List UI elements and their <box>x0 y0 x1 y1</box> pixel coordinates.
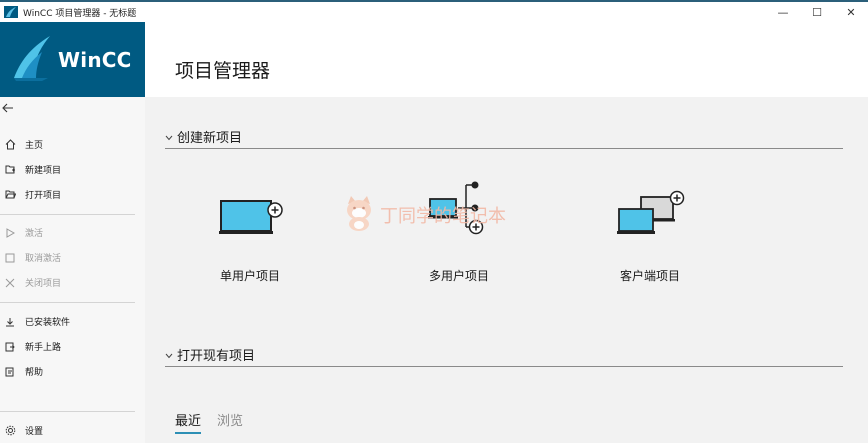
client-project-tile[interactable]: 客户端项目 <box>585 189 715 284</box>
create-section-title: 创建新项目 <box>177 131 243 146</box>
watermark: 丁同学的笔记本 <box>342 194 506 236</box>
tab-browse[interactable]: 浏览 <box>217 410 243 434</box>
page-title: 项目管理器 <box>175 60 271 82</box>
window-title: WinCC 项目管理器 - 无标题 <box>23 8 137 19</box>
create-section-header[interactable]: 创建新项目 <box>165 125 843 149</box>
open-folder-icon <box>4 189 16 201</box>
sidebar-item-deactivate[interactable]: 取消激活 <box>0 245 145 270</box>
tile-label: 多用户项目 <box>428 269 489 283</box>
nav-group-project: 主页 新建项目 打开项目 <box>0 132 145 207</box>
sidebar-item-settings[interactable]: 设置 <box>0 418 145 443</box>
sidebar-item-getting-started[interactable]: 新手上路 <box>0 334 145 359</box>
tab-recent[interactable]: 最近 <box>175 410 202 434</box>
sidebar-item-label: 主页 <box>25 141 44 151</box>
open-section-header[interactable]: 打开现有项目 <box>165 343 843 367</box>
sidebar-item-label: 帮助 <box>25 368 44 378</box>
sidebar-item-close-project[interactable]: 关闭项目 <box>0 270 145 295</box>
sidebar-item-label: 设置 <box>25 427 44 437</box>
main-content: 创建新项目 单用户项目 多用户项目 客户端项目 丁同学的笔记本 打开现有项目 最… <box>145 97 868 443</box>
sidebar-item-label: 打开项目 <box>25 191 62 201</box>
sidebar-item-label: 新建项目 <box>25 166 62 176</box>
nav-group-settings: 设置 <box>0 418 145 443</box>
sidebar-item-label: 新手上路 <box>25 343 62 353</box>
arrow-left-icon[interactable] <box>2 102 16 116</box>
getting-started-icon <box>4 341 16 353</box>
wincc-logo-icon <box>12 34 54 86</box>
brand-banner: WinCC <box>0 22 145 97</box>
stop-icon <box>4 252 16 264</box>
open-section-title: 打开现有项目 <box>177 349 256 364</box>
sidebar-item-installed-software[interactable]: 已安装软件 <box>0 309 145 334</box>
page-header: 项目管理器 <box>145 22 868 97</box>
sidebar-divider <box>0 411 135 412</box>
new-project-icon <box>4 164 16 176</box>
app-window: WinCC 项目管理器 - 无标题 — ☐ ✕ WinCC 主页 新建项目 打开… <box>0 0 868 443</box>
chevron-down-icon <box>165 352 173 362</box>
open-project-tabs: 最近 浏览 <box>175 410 259 434</box>
title-bar: WinCC 项目管理器 - 无标题 — ☐ ✕ <box>0 2 868 22</box>
window-controls: — ☐ ✕ <box>766 2 868 22</box>
tile-label: 客户端项目 <box>619 269 680 283</box>
sidebar-item-activate[interactable]: 激活 <box>0 220 145 245</box>
nav-group-runtime: 激活 取消激活 关闭项目 <box>0 220 145 295</box>
brand-name: WinCC <box>58 47 132 72</box>
minimize-button[interactable]: — <box>766 2 800 22</box>
client-monitors-icon <box>613 189 687 239</box>
sidebar-item-open-project[interactable]: 打开项目 <box>0 182 145 207</box>
sidebar-item-label: 关闭项目 <box>25 279 62 289</box>
wincc-app-icon <box>4 6 18 18</box>
sidebar-item-label: 已安装软件 <box>25 318 71 328</box>
sidebar-item-home[interactable]: 主页 <box>0 132 145 157</box>
sidebar-item-new-project[interactable]: 新建项目 <box>0 157 145 182</box>
nav-group-help: 已安装软件 新手上路 帮助 <box>0 309 145 384</box>
sidebar-item-label: 激活 <box>25 229 44 239</box>
dog-mascot-icon <box>342 194 376 236</box>
sidebar-divider <box>0 302 135 303</box>
single-user-monitor-icon <box>215 189 285 239</box>
sidebar-item-help[interactable]: 帮助 <box>0 359 145 384</box>
watermark-text: 丁同学的笔记本 <box>380 206 506 227</box>
gear-icon <box>4 425 16 437</box>
play-icon <box>4 227 16 239</box>
single-user-project-tile[interactable]: 单用户项目 <box>185 189 315 284</box>
sidebar-item-label: 取消激活 <box>25 254 62 264</box>
tile-label: 单用户项目 <box>219 269 280 283</box>
maximize-button[interactable]: ☐ <box>800 2 834 22</box>
help-icon <box>4 366 16 378</box>
sidebar: WinCC 主页 新建项目 打开项目 激活 取消激活 关闭项目 已安装软件 新手… <box>0 22 145 443</box>
close-window-button[interactable]: ✕ <box>834 2 868 22</box>
download-icon <box>4 316 16 328</box>
chevron-down-icon <box>165 134 173 144</box>
close-icon <box>4 277 16 289</box>
sidebar-divider <box>0 214 135 215</box>
home-icon <box>4 139 16 151</box>
